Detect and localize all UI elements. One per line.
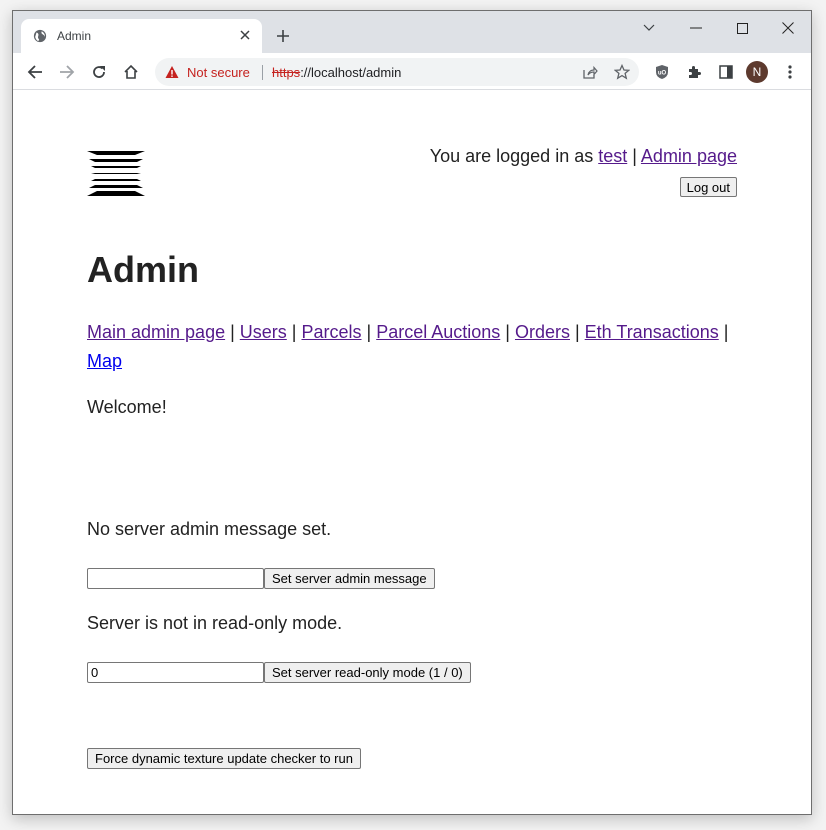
tab-search-chevron-icon[interactable] <box>634 17 664 39</box>
home-icon[interactable] <box>120 61 142 83</box>
nav-parcels[interactable]: Parcels <box>301 322 361 342</box>
logout-button[interactable]: Log out <box>679 177 737 197</box>
nav-separator: | <box>500 322 515 342</box>
warning-icon <box>165 66 179 78</box>
header-separator: | <box>627 146 641 166</box>
tab-close-icon[interactable] <box>236 26 254 44</box>
user-status: You are logged in as test | Admin page <box>430 146 737 167</box>
nav-separator: | <box>286 322 302 342</box>
url-path: ://localhost/admin <box>300 65 402 80</box>
admin-message-input[interactable] <box>87 568 264 589</box>
admin-page-link[interactable]: Admin page <box>641 146 737 166</box>
page-title: Admin <box>87 249 199 290</box>
nav-separator: | <box>718 322 729 342</box>
set-read-only-mode-button[interactable]: Set server read-only mode (1 / 0) <box>264 662 471 683</box>
address-bar[interactable]: Not secure https://localhost/admin <box>155 58 639 86</box>
nav-separator: | <box>569 322 585 342</box>
nav-main-admin-page[interactable]: Main admin page <box>87 322 225 342</box>
tab-strip: Admin <box>13 11 811 53</box>
nav-separator: | <box>225 322 240 342</box>
read-only-status: Server is not in read-only mode. <box>87 613 343 633</box>
forward-icon[interactable] <box>56 61 78 83</box>
tab-title: Admin <box>57 29 92 43</box>
nav-map[interactable]: Map <box>87 351 122 371</box>
security-status[interactable]: Not secure <box>187 65 250 80</box>
new-tab-icon[interactable] <box>273 26 293 46</box>
maximize-icon[interactable] <box>727 17 757 39</box>
side-panel-icon[interactable] <box>715 61 737 83</box>
globe-icon <box>33 29 47 43</box>
set-admin-message-button[interactable]: Set server admin message <box>264 568 435 589</box>
tab-admin[interactable]: Admin <box>21 19 262 53</box>
welcome-text: Welcome! <box>87 397 167 417</box>
url-text[interactable]: https://localhost/admin <box>272 65 401 80</box>
nav-users[interactable]: Users <box>240 322 287 342</box>
back-icon[interactable] <box>24 61 46 83</box>
logged-in-label: You are logged in as <box>429 146 599 166</box>
admin-message-status: No server admin message set. <box>87 519 332 539</box>
minimize-icon[interactable] <box>681 17 711 39</box>
nav-separator: | <box>361 322 377 342</box>
nav-orders[interactable]: Orders <box>515 322 570 342</box>
reload-icon[interactable] <box>88 61 110 83</box>
browser-toolbar: Not secure https://localhost/admin uO N <box>13 53 811 90</box>
ublock-extension-icon[interactable]: uO <box>651 61 673 83</box>
username-link[interactable]: test <box>598 146 627 166</box>
url-scheme: https <box>272 65 301 80</box>
profile-avatar[interactable]: N <box>746 61 768 83</box>
more-menu-icon[interactable] <box>779 61 801 83</box>
page-content: You are logged in as test | Admin page L… <box>13 91 811 814</box>
svg-text:uO: uO <box>658 71 667 77</box>
share-icon[interactable] <box>579 61 601 83</box>
admin-nav: Main admin page | Users | Parcels | Parc… <box>87 318 747 376</box>
browser-window: Admin Not secure https://localhost/admin… <box>12 10 812 815</box>
force-texture-update-button[interactable]: Force dynamic texture update checker to … <box>87 748 361 769</box>
nav-eth-transactions[interactable]: Eth Transactions <box>585 322 719 342</box>
nav-parcel-auctions[interactable]: Parcel Auctions <box>376 322 500 342</box>
read-only-mode-input[interactable] <box>87 662 264 683</box>
close-window-icon[interactable] <box>773 17 803 39</box>
site-logo-icon <box>87 151 145 196</box>
extensions-puzzle-icon[interactable] <box>683 61 705 83</box>
bookmark-star-icon[interactable] <box>611 61 633 83</box>
omnibox-divider <box>262 65 263 80</box>
